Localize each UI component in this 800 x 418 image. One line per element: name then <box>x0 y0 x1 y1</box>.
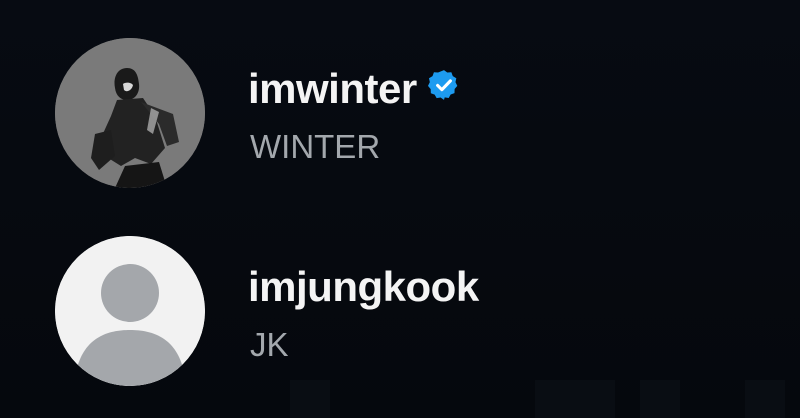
account-row-imjungkook[interactable]: imjungkook JK <box>0 236 800 396</box>
username[interactable]: imjungkook <box>248 266 479 308</box>
background-artifact <box>640 380 680 418</box>
profile-photo-image <box>55 38 205 188</box>
background-artifact <box>535 380 615 418</box>
profile-avatar[interactable] <box>55 38 205 188</box>
background-artifact <box>290 380 330 418</box>
display-name: JK <box>250 326 289 363</box>
background-artifact <box>745 380 785 418</box>
username[interactable]: imwinter <box>248 68 461 113</box>
username-text[interactable]: imwinter <box>248 65 417 112</box>
display-name: WINTER <box>250 128 381 165</box>
account-row-imwinter[interactable]: imwinter WINTER <box>0 38 800 198</box>
account-list: imwinter WINTER imjungkook JK <box>0 0 800 418</box>
default-avatar-icon[interactable] <box>55 236 205 386</box>
verified-badge-icon <box>427 67 461 109</box>
